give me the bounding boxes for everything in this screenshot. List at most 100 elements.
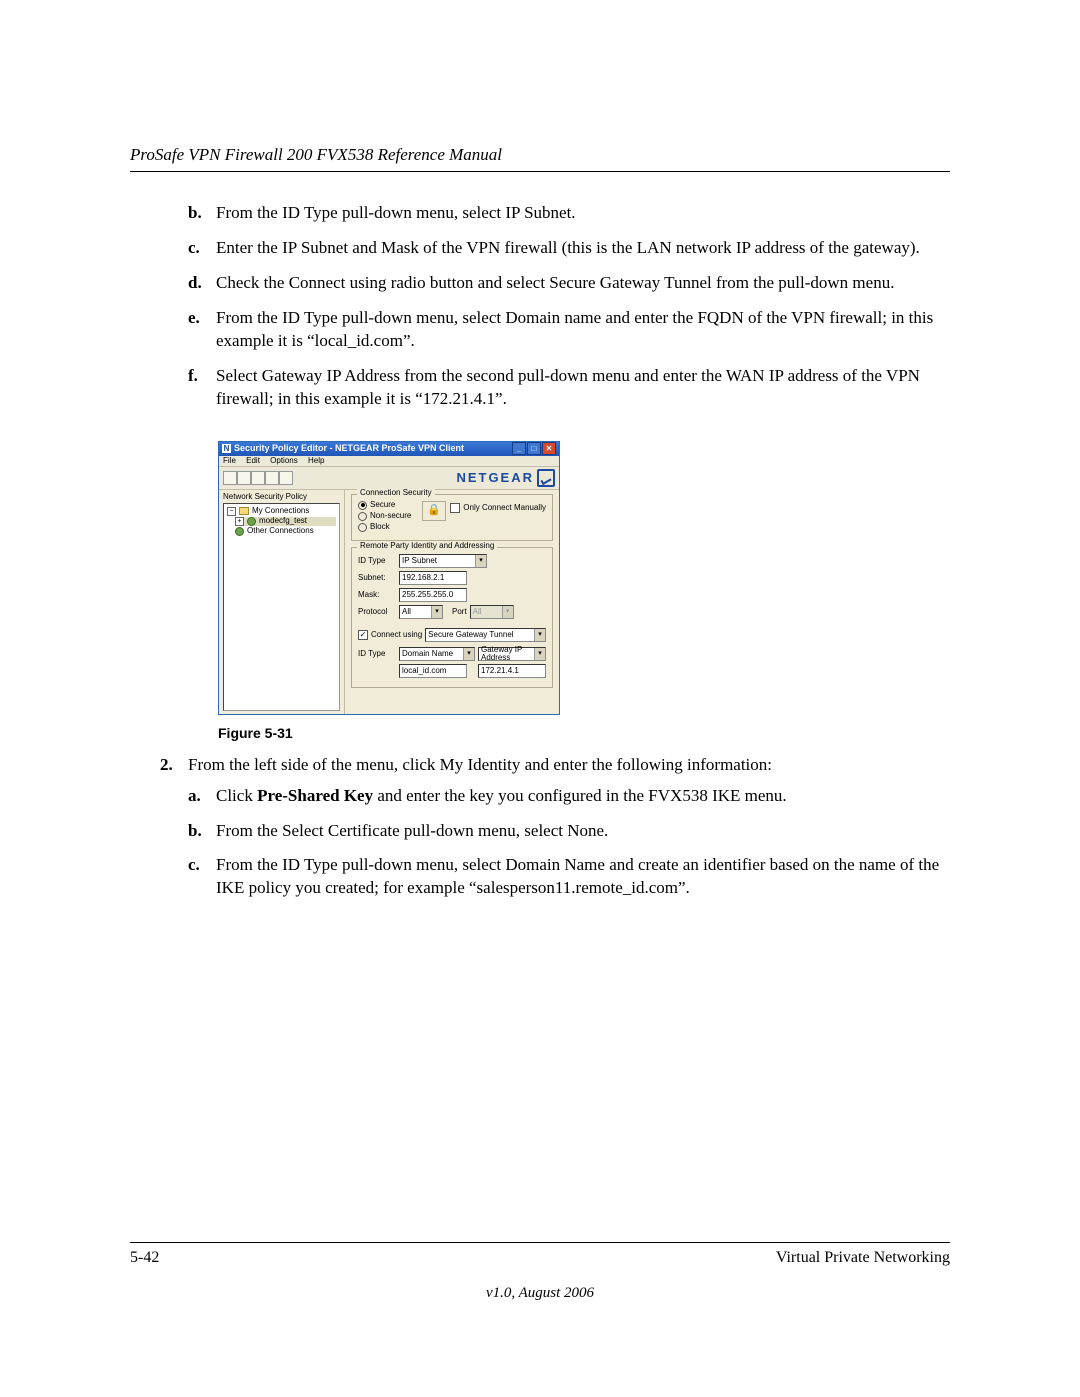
toolbar: NETGEAR	[219, 467, 559, 490]
connect-using-dropdown[interactable]: Secure Gateway Tunnel	[425, 628, 546, 642]
mask-input[interactable]: 255.255.255.0	[399, 588, 467, 602]
gateway-mode-dropdown[interactable]: Gateway IP Address	[478, 647, 546, 661]
subnet-input[interactable]: 192.168.2.1	[399, 571, 467, 585]
netgear-logo: NETGEAR	[456, 469, 555, 487]
maximize-button[interactable]: □	[527, 442, 541, 455]
substep-text: Check the Connect using radio button and…	[216, 272, 894, 295]
tree-item-modecfg[interactable]: + modecfg_test	[235, 517, 336, 526]
substep-text: From the Select Certificate pull-down me…	[216, 820, 608, 843]
document-page: ProSafe VPN Firewall 200 FVX538 Referenc…	[0, 0, 1080, 1397]
marker: b.	[188, 820, 216, 843]
substep-e: e. From the ID Type pull-down menu, sele…	[188, 307, 950, 353]
lock-icon: 🔒	[427, 505, 441, 516]
marker: b.	[188, 202, 216, 225]
menu-help[interactable]: Help	[308, 456, 324, 465]
only-connect-manually[interactable]: Only Connect Manually	[450, 503, 546, 513]
radio-icon[interactable]	[358, 523, 367, 532]
radio-secure[interactable]: Secure	[358, 501, 411, 510]
idtype2-dropdown[interactable]: Domain Name	[399, 647, 475, 661]
idtype2-label: ID Type	[358, 650, 396, 658]
subnet-label: Subnet:	[358, 574, 396, 582]
policy-tree[interactable]: − My Connections + modecfg_test	[223, 503, 340, 711]
minimize-button[interactable]: _	[512, 442, 526, 455]
group-title: Remote Party Identity and Addressing	[357, 542, 497, 550]
marker: d.	[188, 272, 216, 295]
toolbar-icon[interactable]	[265, 471, 279, 485]
collapse-box-icon[interactable]: −	[227, 507, 236, 516]
lock-graphic: 🔒	[422, 501, 446, 521]
toolbar-icon[interactable]	[237, 471, 251, 485]
port-label: Port	[452, 608, 467, 616]
substep-2c: c. From the ID Type pull-down menu, sele…	[188, 854, 950, 900]
substep-f: f. Select Gateway IP Address from the se…	[188, 365, 950, 411]
checkbox-icon[interactable]	[450, 503, 460, 513]
radio-block[interactable]: Block	[358, 523, 411, 532]
substep-text: From the ID Type pull-down menu, select …	[216, 307, 950, 353]
substep-d: d. Check the Connect using radio button …	[188, 272, 950, 295]
radio-icon[interactable]	[358, 512, 367, 521]
substep-2b: b. From the Select Certificate pull-down…	[188, 820, 950, 843]
toolbar-icon[interactable]	[251, 471, 265, 485]
step-2-list: 2. From the left side of the menu, click…	[160, 755, 950, 913]
globe-icon	[235, 527, 244, 536]
radio-icon[interactable]	[358, 501, 367, 510]
remote-party-group: Remote Party Identity and Addressing ID …	[351, 547, 553, 688]
protocol-dropdown[interactable]: All	[399, 605, 443, 619]
idtype-dropdown[interactable]: IP Subnet	[399, 554, 487, 568]
group-title: Connection Security	[357, 489, 435, 497]
marker: c.	[188, 854, 216, 900]
substep-c: c. Enter the IP Subnet and Mask of the V…	[188, 237, 950, 260]
figure-caption: Figure 5-31	[218, 725, 950, 741]
menu-options[interactable]: Options	[270, 456, 298, 465]
substep-text: From the ID Type pull-down menu, select …	[216, 854, 950, 900]
idtype-label: ID Type	[358, 557, 396, 565]
gateway-ip-input[interactable]: 172.21.4.1	[478, 664, 546, 678]
right-panel: Connection Security Secure No	[345, 490, 559, 714]
expand-box-icon[interactable]: +	[235, 517, 244, 526]
toolbar-icon[interactable]	[279, 471, 293, 485]
substeps-b-to-f: b. From the ID Type pull-down menu, sele…	[188, 202, 950, 423]
substep-text: Select Gateway IP Address from the secon…	[216, 365, 950, 411]
tree-root[interactable]: − My Connections	[227, 507, 336, 516]
left-panel: Network Security Policy − My Connections…	[219, 490, 345, 714]
connection-security-group: Connection Security Secure No	[351, 494, 553, 541]
connect-using-checkbox[interactable]: ✓	[358, 630, 368, 640]
radio-nonsecure[interactable]: Non-secure	[358, 512, 411, 521]
substep-2a: a. Click Pre-Shared Key and enter the ke…	[188, 785, 950, 808]
figure-5-31: N Security Policy Editor - NETGEAR ProSa…	[218, 441, 950, 715]
protocol-label: Protocol	[358, 608, 396, 616]
body-content: b. From the ID Type pull-down menu, sele…	[160, 202, 950, 912]
substep-b: b. From the ID Type pull-down menu, sele…	[188, 202, 950, 225]
marker: f.	[188, 365, 216, 411]
marker: a.	[188, 785, 216, 808]
globe-icon	[247, 517, 256, 526]
port-dropdown[interactable]: All	[470, 605, 514, 619]
marker: e.	[188, 307, 216, 353]
folder-icon	[239, 507, 249, 515]
substep-text: Enter the IP Subnet and Mask of the VPN …	[216, 237, 920, 260]
netgear-mark-icon	[537, 469, 555, 487]
window-titlebar[interactable]: N Security Policy Editor - NETGEAR ProSa…	[219, 442, 559, 456]
tree-item-other[interactable]: Other Connections	[235, 527, 336, 536]
page-number: 5-42	[130, 1249, 159, 1267]
connect-using-label: Connect using	[371, 631, 422, 639]
page-footer: 5-42 Virtual Private Networking v1.0, Au…	[130, 1242, 950, 1302]
substep-text: From the ID Type pull-down menu, select …	[216, 202, 576, 225]
step-2-text: From the left side of the menu, click My…	[188, 755, 950, 775]
toolbar-icon[interactable]	[223, 471, 237, 485]
section-name: Virtual Private Networking	[776, 1249, 950, 1267]
domain-input[interactable]: local_id.com	[399, 664, 467, 678]
marker: 2.	[160, 755, 188, 913]
close-button[interactable]: ✕	[542, 442, 556, 455]
tree-label: Network Security Policy	[223, 493, 340, 501]
mask-label: Mask:	[358, 591, 396, 599]
step-2-substeps: a. Click Pre-Shared Key and enter the ke…	[188, 785, 950, 901]
app-icon: N	[222, 444, 231, 453]
top-substeps-list: b. From the ID Type pull-down menu, sele…	[160, 202, 950, 423]
menu-bar[interactable]: File Edit Options Help	[219, 456, 559, 467]
vpn-client-window: N Security Policy Editor - NETGEAR ProSa…	[218, 441, 560, 715]
menu-file[interactable]: File	[223, 456, 236, 465]
window-title: Security Policy Editor - NETGEAR ProSafe…	[234, 444, 464, 453]
version-line: v1.0, August 2006	[130, 1285, 950, 1302]
menu-edit[interactable]: Edit	[246, 456, 260, 465]
